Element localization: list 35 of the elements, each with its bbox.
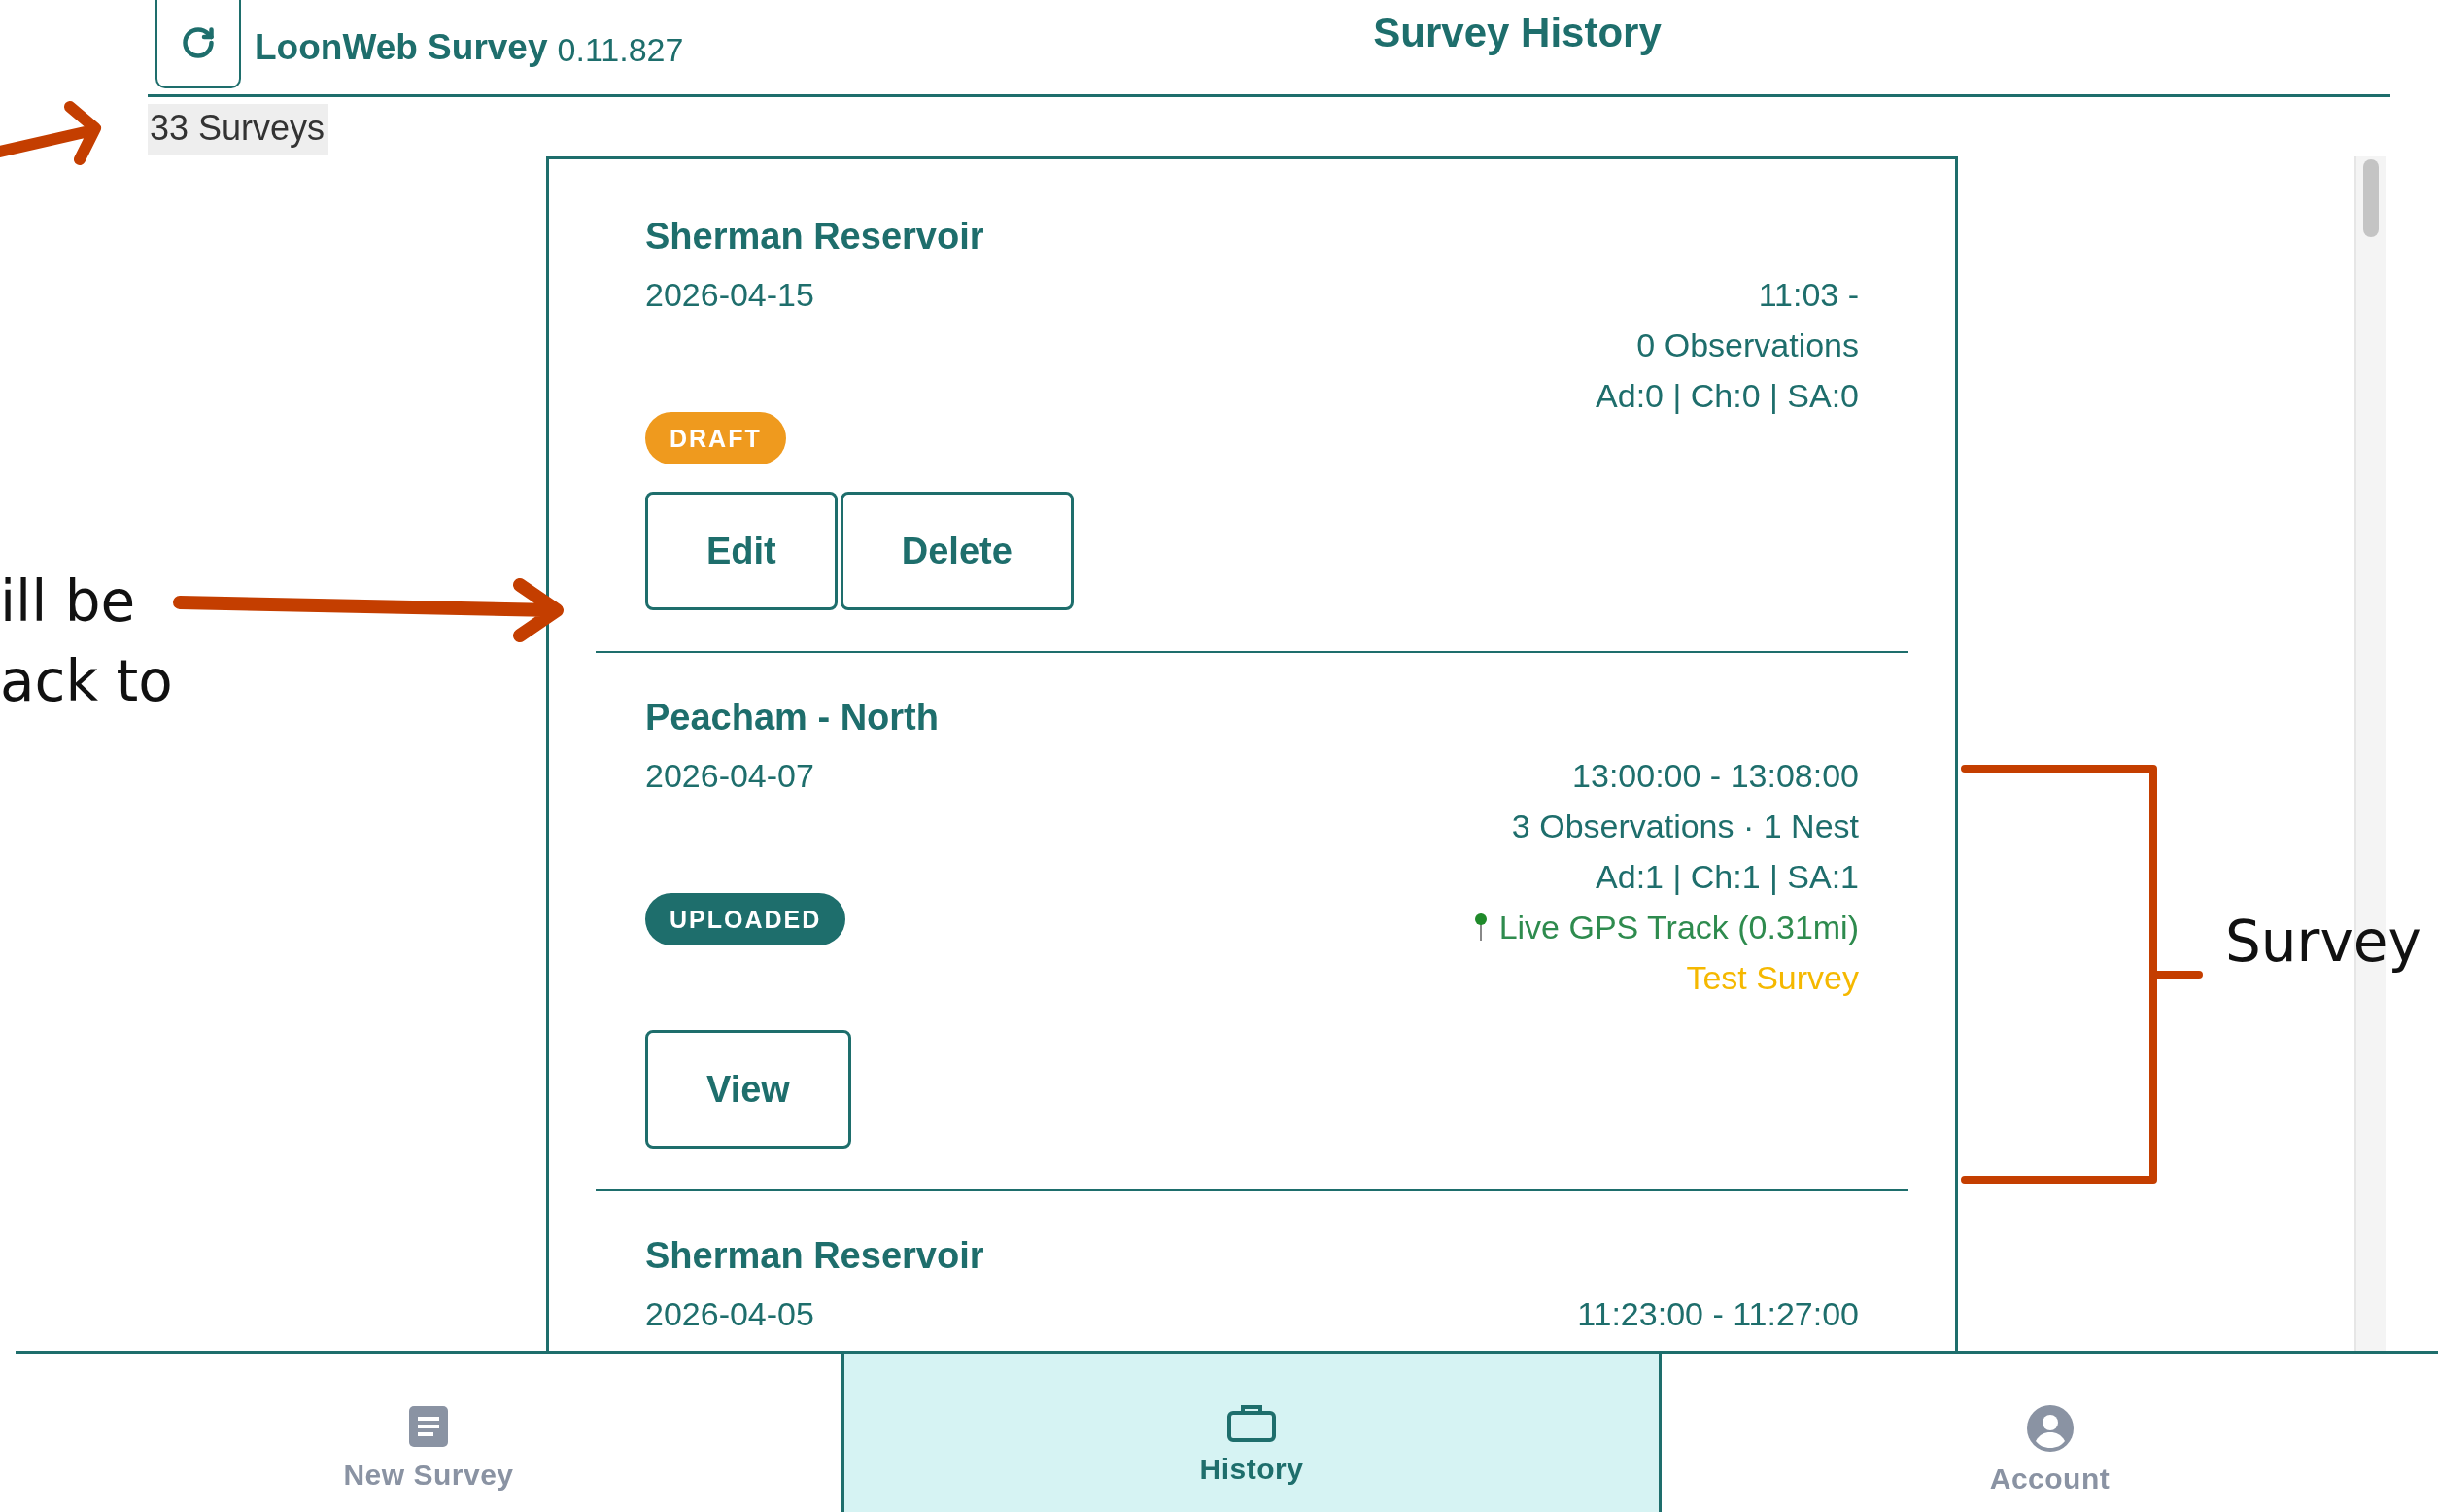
document-icon bbox=[407, 1404, 450, 1449]
survey-note: Test Survey bbox=[1686, 958, 1859, 998]
app-name: LoonWeb Survey bbox=[255, 26, 548, 68]
refresh-icon bbox=[181, 24, 216, 60]
survey-count: 33 Surveys bbox=[148, 104, 329, 155]
pin-icon bbox=[1473, 912, 1488, 942]
age-counts: Ad:1 | Ch:1 | SA:1 bbox=[1596, 857, 1859, 897]
survey-time: 11:03 - bbox=[1758, 275, 1859, 315]
page-title: Survey History bbox=[1373, 9, 1662, 56]
survey-time: 13:00:00 - 13:08:00 bbox=[1572, 756, 1859, 796]
age-counts: Ad:0 | Ch:0 | SA:0 bbox=[1596, 376, 1859, 416]
annotation-text: ill be bbox=[0, 567, 136, 636]
survey-name: Sherman Reservoir bbox=[645, 215, 985, 258]
refresh-button[interactable] bbox=[155, 0, 241, 88]
scrollbar-thumb[interactable] bbox=[2363, 159, 2379, 237]
survey-name: Peacham - North bbox=[645, 696, 940, 739]
action-button[interactable]: View bbox=[645, 1030, 851, 1149]
status-badge: DRAFT bbox=[645, 412, 786, 464]
survey-name: Sherman Reservoir bbox=[645, 1234, 985, 1277]
survey-date: 2026-04-15 bbox=[645, 275, 814, 315]
observation-count: 3 Observations · 1 Nest bbox=[1511, 807, 1859, 846]
survey-time: 11:23:00 - 11:27:00 bbox=[1577, 1294, 1859, 1334]
action-button[interactable]: Edit bbox=[645, 492, 838, 610]
briefcase-icon bbox=[1226, 1404, 1277, 1443]
app-version: 0.11.827 bbox=[557, 31, 684, 69]
nav-tab[interactable]: History bbox=[841, 1354, 1662, 1512]
status-badge: UPLOADED bbox=[645, 893, 846, 945]
action-button[interactable]: Delete bbox=[840, 492, 1074, 610]
annotation-text: Survey bbox=[2225, 908, 2421, 977]
gps-track: Live GPS Track (0.31mi) bbox=[1498, 908, 1859, 947]
survey-date: 2026-04-07 bbox=[645, 756, 814, 796]
survey-date: 2026-04-05 bbox=[645, 1294, 814, 1334]
observation-count: 0 Observations bbox=[1636, 326, 1859, 365]
annotation-text: ack to bbox=[0, 647, 173, 716]
account-icon bbox=[2025, 1404, 2075, 1453]
